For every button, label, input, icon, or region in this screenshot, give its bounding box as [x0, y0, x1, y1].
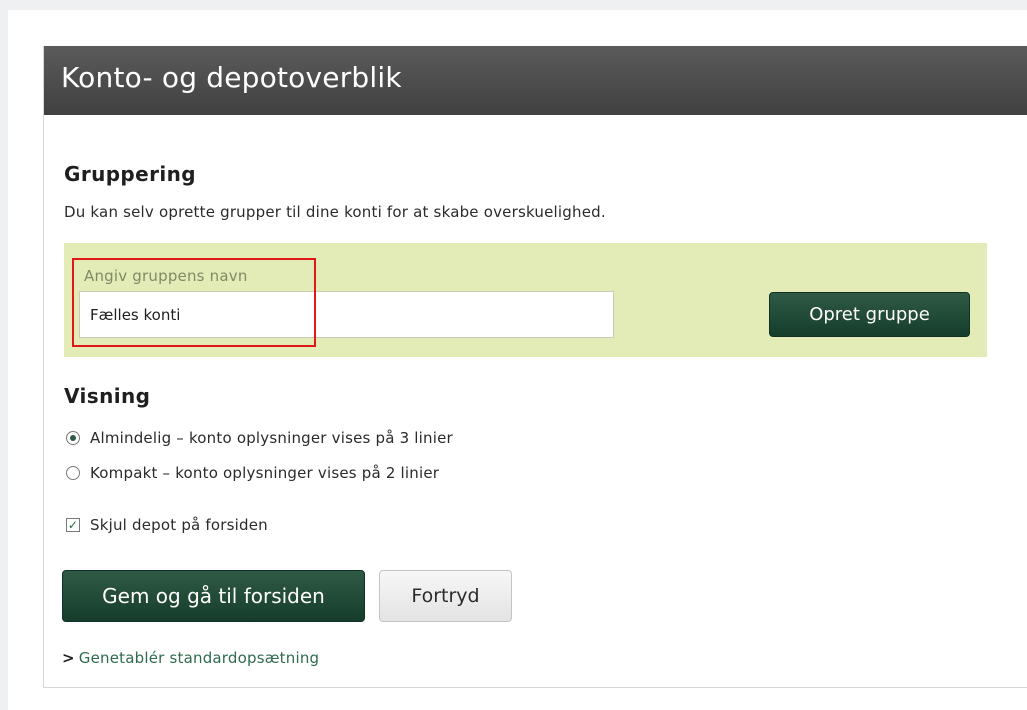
view-title: Visning [64, 384, 151, 408]
view-option-compact[interactable]: Kompakt – konto oplysninger vises på 2 l… [66, 464, 439, 482]
hide-depot-option[interactable]: ✓ Skjul depot på forsiden [66, 516, 268, 534]
grouping-title: Gruppering [64, 162, 196, 186]
hide-depot-label: Skjul depot på forsiden [90, 516, 268, 534]
grouping-description: Du kan selv oprette grupper til dine kon… [64, 203, 606, 221]
reset-defaults-label: Genetablér standardopsætning [78, 649, 320, 667]
save-and-go-home-button[interactable]: Gem og gå til forsiden [62, 570, 365, 622]
group-name-input[interactable] [79, 291, 614, 338]
create-group-button[interactable]: Opret gruppe [769, 292, 970, 337]
view-option-normal-label: Almindelig – konto oplysninger vises på … [90, 429, 453, 447]
panel-title: Konto- og depotoverblik [61, 61, 402, 94]
reset-defaults-link[interactable]: > Genetablér standardopsætning [62, 649, 319, 667]
panel-header: Konto- og depotoverblik [44, 46, 1027, 115]
view-option-normal[interactable]: Almindelig – konto oplysninger vises på … [66, 429, 453, 447]
checkbox-checked-icon[interactable]: ✓ [66, 518, 80, 532]
radio-unchecked-icon[interactable] [66, 466, 80, 480]
chevron-right-icon: > [62, 649, 75, 667]
cancel-button[interactable]: Fortryd [379, 570, 512, 622]
account-overview-panel: Konto- og depotoverblik Gruppering Du ka… [43, 46, 1027, 688]
create-group-box: Angiv gruppens navn Opret gruppe [64, 243, 987, 357]
radio-checked-icon[interactable] [66, 431, 80, 445]
group-name-label: Angiv gruppens navn [84, 267, 248, 285]
view-option-compact-label: Kompakt – konto oplysninger vises på 2 l… [90, 464, 440, 482]
